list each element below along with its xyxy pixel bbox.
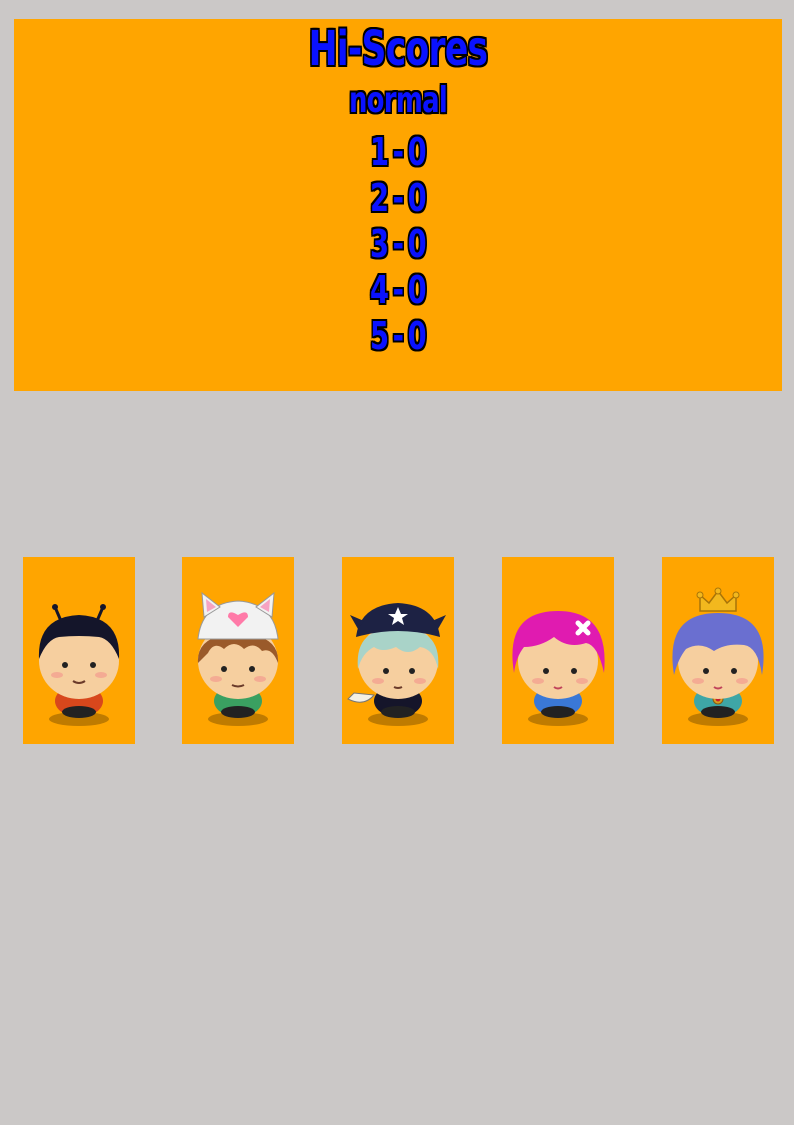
score-entry: 2-0 [370, 176, 427, 220]
pink-hair-girl-icon [512, 611, 605, 726]
character-card-princess[interactable] [662, 557, 774, 744]
bug-antenna-boy-icon [38, 604, 120, 726]
score-entry: 3-0 [370, 222, 427, 266]
character-card-pirate[interactable] [342, 557, 454, 744]
character-card-pink-girl[interactable] [502, 557, 614, 744]
crowned-princess-icon [672, 587, 764, 726]
hiscore-title: Hi-Scores [308, 21, 489, 77]
score-entry: 5-0 [370, 314, 427, 358]
character-card-bug-boy[interactable] [23, 557, 135, 744]
character-select [0, 557, 794, 744]
hiscore-panel: Hi-Scores normal 1-0 2-0 3-0 4-0 5-0 [14, 19, 782, 391]
pirate-bandana-icon [347, 603, 446, 726]
score-list: 1-0 2-0 3-0 4-0 5-0 [14, 129, 782, 359]
score-entry: 4-0 [370, 268, 427, 312]
character-card-cat-girl[interactable] [182, 557, 294, 744]
score-entry: 1-0 [370, 130, 427, 174]
difficulty-mode: normal [348, 80, 448, 121]
cat-hat-girl-icon [197, 591, 279, 726]
